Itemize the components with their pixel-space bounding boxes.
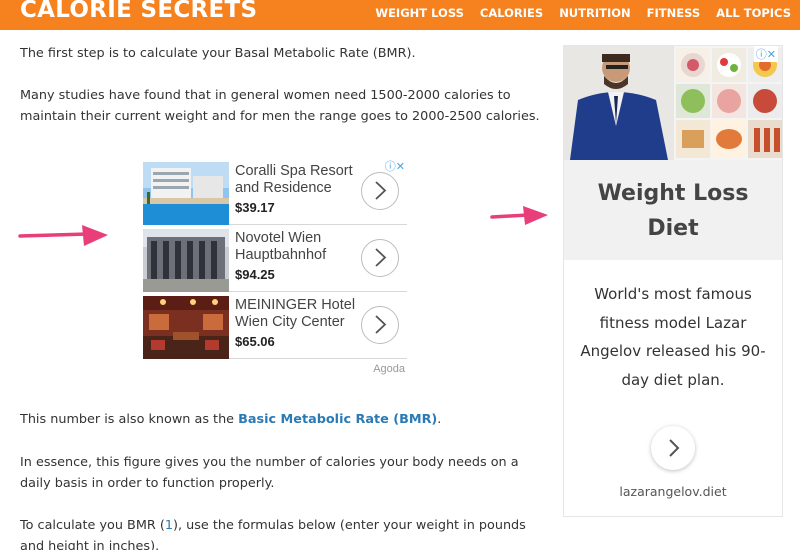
nav-nutrition[interactable]: NUTRITION — [559, 6, 630, 20]
hotel-item-3[interactable]: MEININGER Hotel Wien City Center $65.06 — [143, 292, 407, 359]
ad-body-text: World's most famous fitness model Lazar … — [580, 285, 766, 389]
ad-photo-model-food-icon — [564, 46, 782, 160]
chevron-right-icon[interactable] — [361, 239, 399, 277]
annotation-arrow-right — [490, 206, 548, 225]
article-paragraph-4: In essence, this figure gives you the nu… — [20, 455, 519, 491]
site-header: CALORIE SECRETS WEIGHT LOSS CALORIES NUT… — [0, 0, 800, 30]
hotel-price: $39.17 — [235, 200, 275, 215]
nav-calories[interactable]: CALORIES — [480, 6, 543, 20]
site-logo[interactable]: CALORIE SECRETS — [20, 0, 257, 23]
ad-heading: Weight Loss Diet — [597, 181, 749, 241]
hotel-photo-interior-icon — [143, 296, 229, 359]
article-paragraph-1: The first step is to calculate your Basa… — [20, 46, 416, 61]
article-paragraph-3: This number is also known as the Basic M… — [20, 412, 442, 427]
hotel-photo-pool-icon — [143, 162, 229, 225]
nav-all-topics[interactable]: ALL TOPICS — [716, 6, 791, 20]
chevron-right-icon[interactable] — [361, 172, 399, 210]
nav-weight-loss[interactable]: WEIGHT LOSS — [375, 6, 463, 20]
article-paragraph-5: To calculate you BMR (1), use the formul… — [20, 518, 526, 550]
hotel-price: $94.25 — [235, 267, 275, 282]
reference-link-1[interactable]: 1 — [165, 518, 173, 533]
ad-sponsor-label[interactable]: Agoda — [373, 363, 405, 375]
hotel-photo-building-icon — [143, 229, 229, 292]
main-nav: WEIGHT LOSS CALORIES NUTRITION FITNESS A… — [375, 6, 791, 20]
nav-fitness[interactable]: FITNESS — [647, 6, 701, 20]
hotel-ad-unit: ⓘ✕ Coralli Spa Resort and Residence $39.… — [143, 158, 407, 380]
hotel-name: MEININGER Hotel Wien City Center — [235, 297, 356, 330]
hotel-item-1[interactable]: Coralli Spa Resort and Residence $39.17 — [143, 158, 407, 225]
hotel-name: Coralli Spa Resort and Residence — [235, 163, 353, 196]
bmr-link[interactable]: Basic Metabolic Rate (BMR) — [238, 412, 437, 427]
article-paragraph-2: Many studies have found that in general … — [20, 88, 540, 124]
hotel-name: Novotel Wien Hauptbahnhof — [235, 230, 327, 263]
chevron-right-icon[interactable] — [361, 306, 399, 344]
hotel-price: $65.06 — [235, 334, 275, 349]
chevron-right-icon — [669, 439, 680, 457]
ad-heading-box: Weight Loss Diet — [564, 160, 782, 260]
hotel-item-2[interactable]: Novotel Wien Hauptbahnhof $94.25 — [143, 225, 407, 292]
diet-ad-unit[interactable]: ⓘ✕ Weight Loss Diet World's most famous … — [563, 45, 783, 517]
adchoices-icon[interactable]: ⓘ✕ — [753, 46, 778, 62]
annotation-arrow-left — [18, 225, 108, 246]
ad-cta-button[interactable] — [651, 426, 695, 470]
ad-url: lazarangelov.diet — [619, 484, 727, 499]
